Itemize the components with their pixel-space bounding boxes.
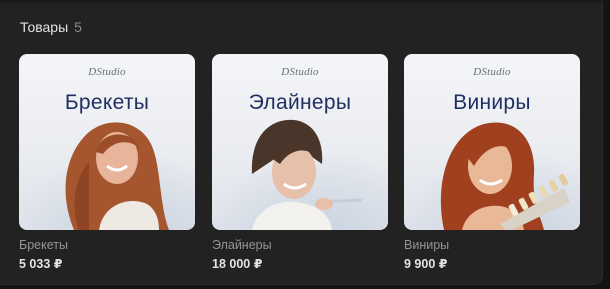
section-title[interactable]: Товары	[20, 19, 68, 35]
woman-portrait-image	[65, 122, 169, 230]
product-price: 9 900 ₽	[404, 257, 448, 271]
product-card-aligners[interactable]: DStudio Элайнеры Элайнеры 18 000 ₽	[212, 54, 388, 271]
product-image[interactable]: DStudio Виниры	[404, 54, 580, 230]
section-count: 5	[74, 19, 82, 35]
product-name[interactable]: Элайнеры	[212, 238, 388, 254]
top-divider	[0, 0, 602, 3]
product-image[interactable]: DStudio Элайнеры	[212, 54, 388, 230]
section-header[interactable]: Товары 5	[20, 19, 82, 37]
product-card-braces[interactable]: DStudio Брекеты Брекеты 5 033 ₽	[19, 54, 195, 271]
woman-portrait-image	[440, 122, 570, 230]
products-panel: Товары 5 DStudio Брекеты Брекеты 5 033 ₽	[0, 0, 603, 285]
product-name[interactable]: Виниры	[404, 238, 580, 254]
product-price: 18 000 ₽	[212, 257, 263, 271]
product-price: 5 033 ₽	[19, 257, 63, 271]
product-image[interactable]: DStudio Брекеты	[19, 54, 195, 230]
woman-portrait-image	[251, 119, 363, 230]
product-card-veneers[interactable]: DStudio Виниры Виниры 9 900 ₽	[404, 54, 580, 271]
product-name[interactable]: Брекеты	[19, 238, 195, 254]
